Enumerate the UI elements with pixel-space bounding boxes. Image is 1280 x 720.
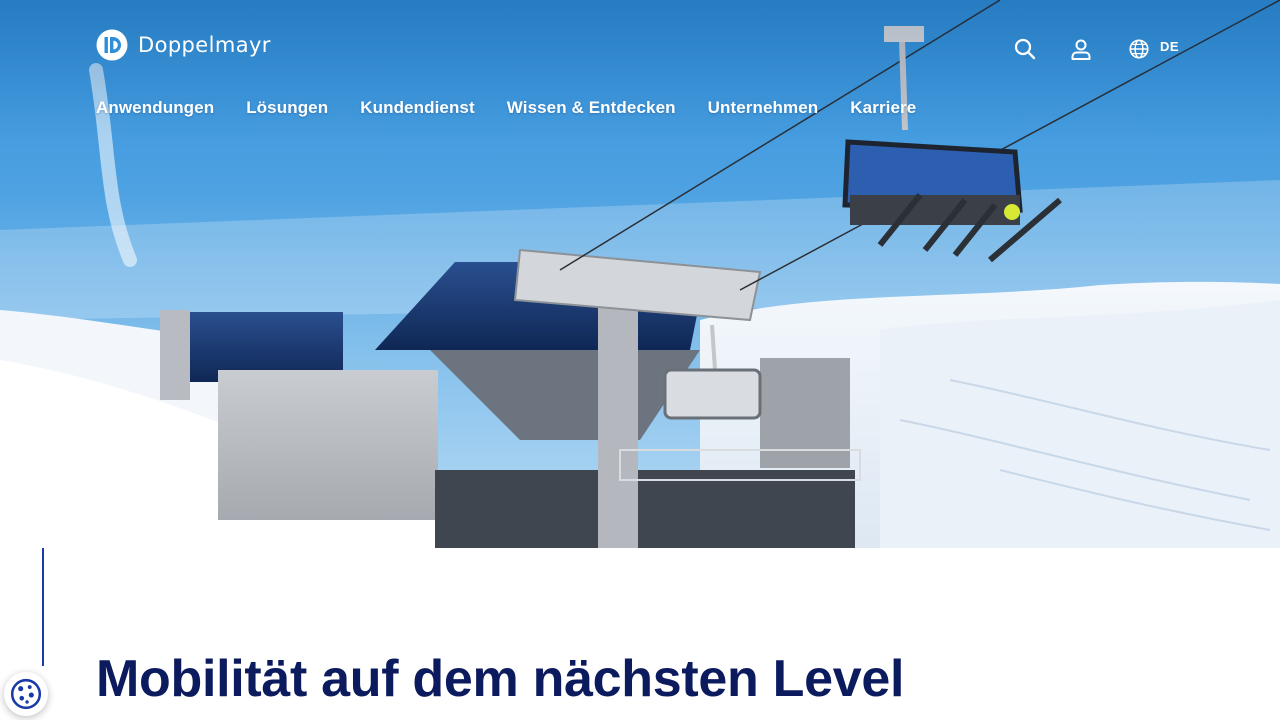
user-icon xyxy=(1071,39,1091,60)
cookie-icon xyxy=(10,678,42,710)
accent-divider xyxy=(42,548,44,666)
brand-name: Doppelmayr xyxy=(138,33,271,57)
nav-item-kundendienst[interactable]: Kundendienst xyxy=(360,98,475,118)
cookie-settings-button[interactable] xyxy=(4,672,48,716)
search-icon xyxy=(1014,38,1036,60)
brand-logo[interactable]: Doppelmayr xyxy=(96,29,271,61)
page-headline: Mobilität auf dem nächsten Level xyxy=(96,650,905,708)
search-button[interactable] xyxy=(1010,34,1040,64)
nav-item-anwendungen[interactable]: Anwendungen xyxy=(96,98,214,118)
language-switcher[interactable]: DE xyxy=(1128,38,1179,60)
doppelmayr-logo-icon xyxy=(96,29,128,61)
main-navigation: Anwendungen Lösungen Kundendienst Wissen… xyxy=(96,98,916,118)
nav-item-unternehmen[interactable]: Unternehmen xyxy=(708,98,819,118)
hero-banner xyxy=(0,0,1280,548)
header-tools: DE xyxy=(1010,34,1179,64)
nav-item-loesungen[interactable]: Lösungen xyxy=(246,98,328,118)
nav-item-wissen-entdecken[interactable]: Wissen & Entdecken xyxy=(507,98,676,118)
language-code: DE xyxy=(1160,38,1180,54)
globe-icon xyxy=(1129,39,1149,59)
account-button[interactable] xyxy=(1066,34,1096,64)
nav-item-karriere[interactable]: Karriere xyxy=(850,98,916,118)
hero-image xyxy=(0,0,1280,548)
